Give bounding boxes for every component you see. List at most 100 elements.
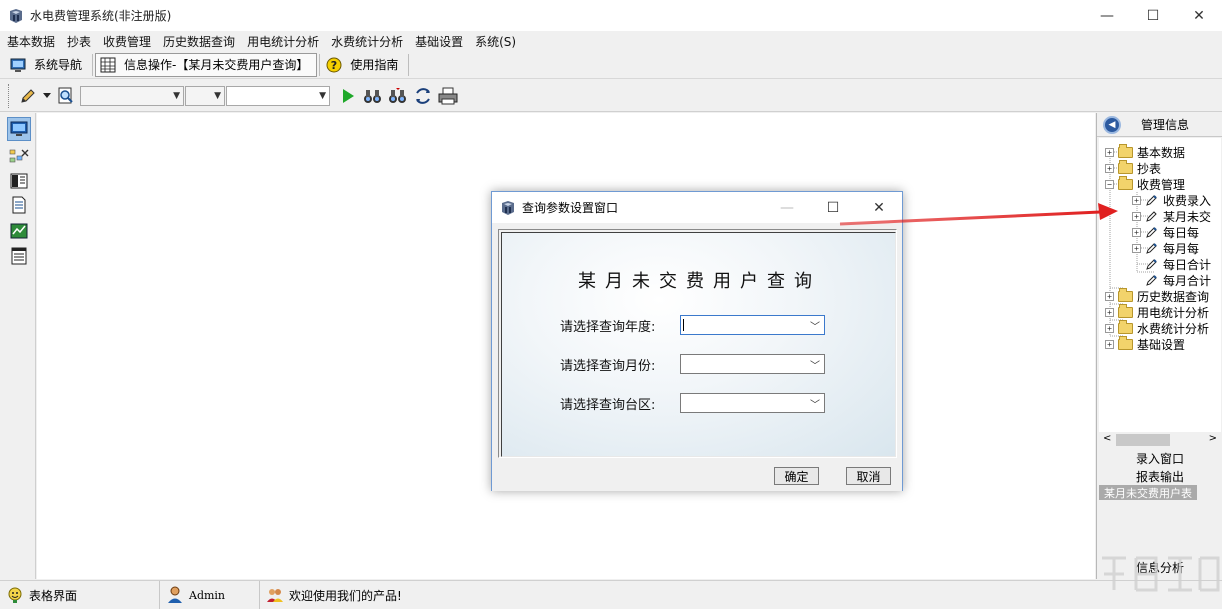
scroll-right-icon[interactable]: > bbox=[1209, 433, 1217, 444]
dialog-title-bar[interactable]: 查询参数设置窗口 — ☐ ✕ bbox=[492, 192, 902, 223]
report-button[interactable] bbox=[7, 244, 31, 268]
entry-window-button[interactable]: 录入窗口 bbox=[1099, 450, 1221, 467]
tree-expander[interactable]: + bbox=[1105, 339, 1114, 349]
tree-node-daily-total[interactable]: 每日合计 bbox=[1145, 256, 1211, 272]
menu-base-settings[interactable]: 基础设置 bbox=[412, 33, 472, 50]
tree-node-water-analysis[interactable]: + 水费统计分析 bbox=[1105, 319, 1210, 336]
user-avatar-icon bbox=[168, 586, 182, 603]
year-label: 请选择查询年度: bbox=[560, 319, 656, 335]
toolbar-grip[interactable] bbox=[8, 83, 11, 108]
cancel-button[interactable]: 取消 bbox=[846, 467, 891, 485]
binoculars-next-icon bbox=[389, 87, 406, 103]
replace-button[interactable] bbox=[412, 85, 434, 107]
dialog-title: 查询参数设置窗口 bbox=[522, 201, 619, 215]
scroll-left-icon[interactable]: < bbox=[1103, 433, 1111, 444]
tree-expander[interactable]: + bbox=[1132, 227, 1141, 237]
records-button[interactable] bbox=[7, 169, 31, 193]
tree-node-unpaid-month[interactable]: + 某月未交 bbox=[1132, 208, 1211, 224]
tools-grid-icon bbox=[9, 149, 29, 163]
tree-label: 收费管理 bbox=[1137, 177, 1186, 192]
tree-expander[interactable]: + bbox=[1105, 291, 1114, 301]
filter-operator-select[interactable]: ▼ bbox=[185, 85, 225, 106]
tree-label: 基础设置 bbox=[1137, 337, 1186, 352]
back-circle-icon[interactable]: ◀ bbox=[1103, 115, 1121, 134]
find-button[interactable] bbox=[362, 85, 384, 107]
tree-expander[interactable]: + bbox=[1132, 211, 1141, 221]
close-button[interactable]: ✕ bbox=[1176, 0, 1222, 31]
tree-node-monthly[interactable]: + 每月每 bbox=[1132, 240, 1199, 256]
run-query-button[interactable] bbox=[337, 85, 359, 107]
tree-expander[interactable]: + bbox=[1105, 307, 1114, 317]
preview-button[interactable] bbox=[55, 85, 77, 107]
tree-node-basic-data[interactable]: + 基本数据 bbox=[1105, 143, 1185, 160]
scroll-thumb[interactable] bbox=[1116, 434, 1170, 446]
maximize-button[interactable]: ☐ bbox=[1130, 0, 1176, 31]
tree-node-fee-entry[interactable]: + 收费录入 bbox=[1132, 192, 1211, 208]
filter-value-select[interactable]: ▼ bbox=[226, 85, 330, 106]
folder-icon bbox=[1118, 287, 1133, 302]
menu-power-analysis[interactable]: 用电统计分析 bbox=[244, 33, 328, 50]
tree-expander[interactable]: + bbox=[1105, 147, 1114, 157]
tree-expander[interactable]: − bbox=[1105, 179, 1114, 189]
tree-horizontal-scrollbar[interactable]: < > bbox=[1099, 432, 1221, 448]
tree-expander[interactable]: + bbox=[1105, 163, 1114, 173]
tree-node-fee-management[interactable]: − 收费管理 bbox=[1105, 175, 1186, 192]
report-output-button[interactable]: 报表输出 bbox=[1099, 468, 1221, 485]
menu-system[interactable]: 系统(S) bbox=[472, 33, 525, 50]
tree-expander[interactable]: + bbox=[1132, 243, 1141, 253]
tree-node-power-analysis[interactable]: + 用电统计分析 bbox=[1105, 303, 1209, 320]
tree-node-history[interactable]: + 历史数据查询 bbox=[1105, 287, 1209, 304]
printer-icon bbox=[438, 87, 458, 104]
status-view-cell: 表格界面 bbox=[0, 580, 160, 609]
month-select[interactable]: ﹀ bbox=[680, 354, 825, 374]
ok-button[interactable]: 确定 bbox=[774, 467, 819, 485]
dialog-form-panel: 某月未交费用户查询 请选择查询年度: ﹀ 请选择查询月份: ﹀ 请选择查询台区: bbox=[501, 232, 896, 457]
minimize-button[interactable]: — bbox=[1084, 0, 1130, 31]
print-button[interactable] bbox=[437, 85, 459, 107]
user-guide-button[interactable]: ? 使用指南 bbox=[322, 52, 406, 78]
menu-water-analysis[interactable]: 水费统计分析 bbox=[328, 33, 412, 50]
nav-toolbar: 系统导航 信息操作-【某月未交费用户查询】 ? 使用指南 bbox=[0, 51, 1222, 79]
pencil-item-icon bbox=[1146, 195, 1157, 206]
nav-monitor-button[interactable] bbox=[7, 117, 31, 141]
chart-button[interactable] bbox=[7, 219, 31, 243]
panel-title: 管理信息 bbox=[1141, 118, 1190, 132]
nav-separator bbox=[319, 53, 321, 76]
tree-label: 水费统计分析 bbox=[1137, 321, 1210, 336]
menu-fee-management[interactable]: 收费管理 bbox=[100, 33, 160, 50]
selected-report-item[interactable]: 某月未交费用户表 bbox=[1099, 485, 1197, 500]
document-button[interactable] bbox=[7, 193, 31, 217]
tree-node-base-settings[interactable]: + 基础设置 bbox=[1105, 335, 1186, 352]
info-operation-tab[interactable]: 信息操作-【某月未交费用户查询】 bbox=[95, 52, 318, 77]
tree-node-monthly-total[interactable]: 每月合计 bbox=[1145, 272, 1211, 288]
pencil-item-icon bbox=[1146, 259, 1157, 270]
users-group-icon bbox=[267, 589, 283, 602]
filter-field-select[interactable]: ▼ bbox=[80, 85, 184, 106]
dropdown-arrow-icon[interactable] bbox=[42, 85, 52, 107]
dialog-close-button[interactable]: ✕ bbox=[856, 192, 902, 223]
text-caret bbox=[683, 319, 684, 331]
chevron-down-icon[interactable]: ﹀ bbox=[810, 396, 820, 411]
tree-expander[interactable]: + bbox=[1105, 323, 1114, 333]
dialog-body: 某月未交费用户查询 请选择查询年度: ﹀ 请选择查询月份: ﹀ 请选择查询台区: bbox=[492, 223, 902, 491]
find-next-button[interactable] bbox=[387, 85, 409, 107]
tree-expander[interactable]: + bbox=[1132, 195, 1141, 205]
edit-pencil-button[interactable] bbox=[17, 85, 39, 107]
tools-button[interactable] bbox=[7, 145, 31, 169]
swap-arrows-icon bbox=[416, 87, 430, 104]
folder-icon bbox=[1118, 319, 1133, 334]
tree-node-meter-reading[interactable]: + 抄表 bbox=[1105, 159, 1161, 176]
info-operation-label: 信息操作-【某月未交费用户查询】 bbox=[124, 58, 309, 72]
chevron-down-icon[interactable]: ﹀ bbox=[810, 318, 820, 333]
dialog-maximize-button[interactable]: ☐ bbox=[810, 192, 856, 223]
menu-meter-reading[interactable]: 抄表 bbox=[64, 33, 100, 50]
menu-basic-data[interactable]: 基本数据 bbox=[4, 33, 64, 50]
menu-history-query[interactable]: 历史数据查询 bbox=[160, 33, 244, 50]
system-nav-button[interactable]: 系统导航 bbox=[6, 52, 90, 78]
tree-node-daily[interactable]: + 每日每 bbox=[1132, 224, 1199, 240]
book-icon bbox=[10, 173, 28, 189]
dialog-minimize-button: — bbox=[780, 199, 794, 216]
area-select[interactable]: ﹀ bbox=[680, 393, 825, 413]
year-select[interactable]: ﹀ bbox=[680, 315, 825, 335]
chevron-down-icon[interactable]: ﹀ bbox=[810, 357, 820, 372]
